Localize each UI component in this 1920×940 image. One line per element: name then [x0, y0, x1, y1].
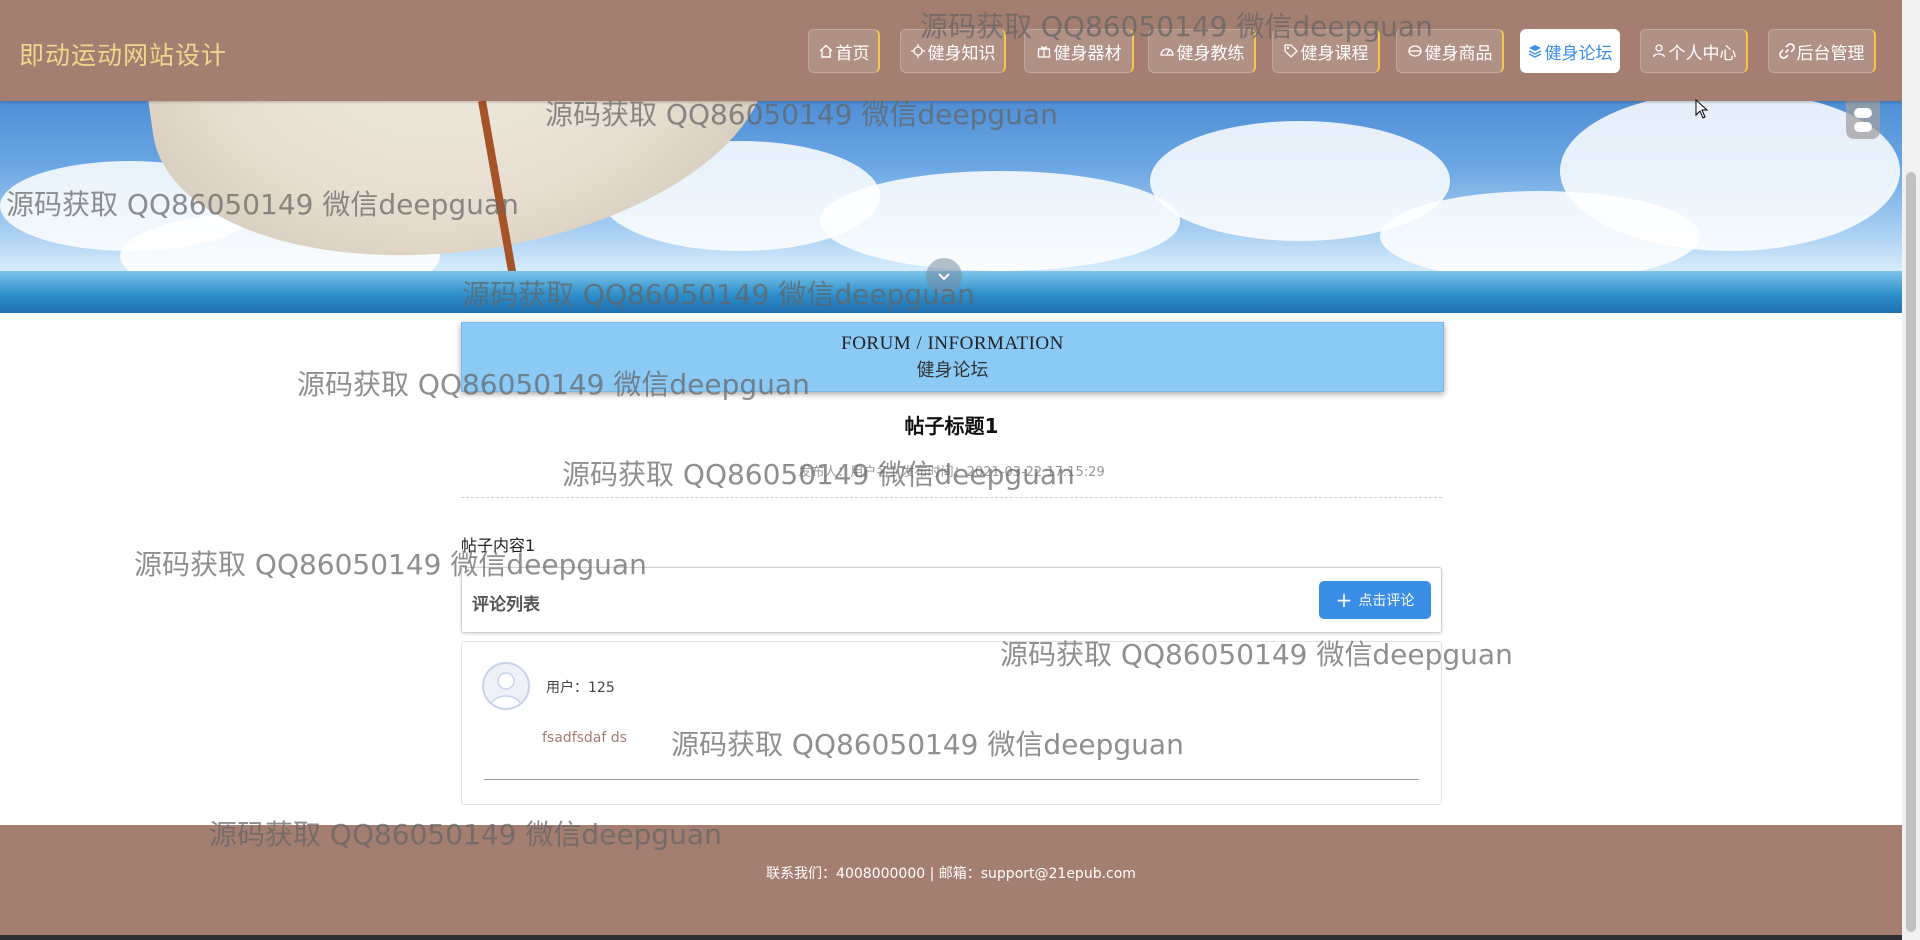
nav-label: 健身论坛	[1544, 43, 1613, 64]
top-navbar: 即动运动网站设计 首页 健身知识 健身器材 健身教练 健身课程 健身商品 健身论…	[0, 0, 1902, 101]
footer-contact: 联系我们：4008000000 | 邮箱：support@21epub.com	[766, 866, 1136, 882]
comment-user: 用户：125	[546, 680, 615, 696]
user-icon	[1651, 43, 1667, 59]
divider	[484, 779, 1419, 780]
nav-item-home[interactable]: 首页	[808, 29, 880, 73]
nav-item-course[interactable]: 健身课程	[1272, 29, 1380, 73]
scroll-down-icon[interactable]	[926, 258, 962, 294]
hero-banner	[0, 101, 1902, 313]
nav-label: 健身器材	[1053, 43, 1122, 64]
divider	[461, 497, 1442, 498]
layers-icon	[1527, 43, 1543, 59]
post-content: 帖子内容1	[461, 536, 536, 555]
nav-label: 个人中心	[1668, 43, 1737, 64]
avatar	[482, 662, 530, 710]
section-header: FORUM / INFORMATION 健身论坛	[461, 322, 1444, 392]
side-toggle-icon[interactable]	[1846, 101, 1880, 139]
nav-label: 后台管理	[1796, 43, 1865, 64]
nav-item-products[interactable]: 健身商品	[1396, 29, 1504, 73]
home-icon	[818, 43, 834, 59]
post-title: 帖子标题1	[904, 414, 999, 438]
tag-icon	[1283, 43, 1299, 59]
mouse-cursor-icon	[1695, 98, 1709, 123]
nav-label: 健身教练	[1176, 43, 1245, 64]
comment-text: fsadfsdaf ds	[542, 730, 627, 746]
nav-label: 健身知识	[927, 43, 996, 64]
page-scrollbar[interactable]	[1902, 0, 1920, 940]
nav-label: 首页	[835, 43, 870, 64]
nav-item-coach[interactable]: 健身教练	[1148, 29, 1256, 73]
nav-item-forum[interactable]: 健身论坛	[1520, 29, 1620, 73]
nav-label: 健身商品	[1424, 43, 1493, 64]
nav-item-knowledge[interactable]: 健身知识	[900, 29, 1006, 73]
sparkle-icon	[910, 43, 926, 59]
section-title-en: FORUM / INFORMATION	[841, 333, 1064, 354]
add-comment-label: 点击评论	[1358, 593, 1415, 609]
bottom-edge	[0, 935, 1920, 940]
comment-list: 用户：125 fsadfsdaf ds	[461, 641, 1442, 805]
comment-list-header: 评论列表 + 点击评论	[461, 567, 1442, 633]
link-icon	[1778, 43, 1795, 59]
nav-item-admin[interactable]: 后台管理	[1768, 29, 1876, 73]
nav-item-profile[interactable]: 个人中心	[1640, 29, 1748, 73]
add-comment-button[interactable]: + 点击评论	[1319, 581, 1431, 619]
box-icon	[1407, 43, 1423, 59]
section-title-cn: 健身论坛	[916, 360, 989, 380]
footer: 联系我们：4008000000 | 邮箱：support@21epub.com	[0, 825, 1902, 935]
post-meta: 发布人：用户名1 发布时间：2021-03-22 17:15:29	[798, 465, 1105, 480]
site-title[interactable]: 即动运动网站设计	[19, 36, 227, 72]
scrollbar-thumb[interactable]	[1906, 172, 1916, 932]
comment-list-title: 评论列表	[472, 595, 540, 615]
page: 即动运动网站设计 首页 健身知识 健身器材 健身教练 健身课程 健身商品 健身论…	[0, 0, 1902, 940]
nav-item-equipment[interactable]: 健身器材	[1024, 29, 1134, 73]
gift-icon	[1036, 43, 1052, 59]
plus-icon: +	[1335, 588, 1353, 612]
speedometer-icon	[1159, 43, 1175, 59]
nav-label: 健身课程	[1300, 43, 1369, 64]
